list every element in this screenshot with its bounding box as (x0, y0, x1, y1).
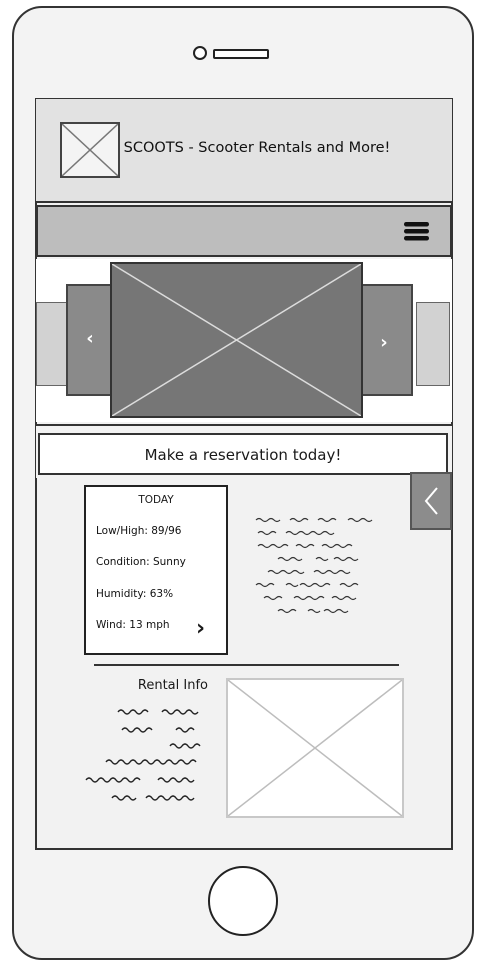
carousel-prev-button[interactable]: ‹ (78, 328, 102, 352)
section-divider (94, 664, 399, 666)
weather-next-button[interactable]: › (196, 616, 216, 644)
reservation-button[interactable]: Make a reservation today! (38, 433, 448, 475)
rental-info-image (226, 678, 404, 818)
carousel-slide-far-left (36, 302, 70, 386)
camera-icon (193, 46, 207, 60)
weather-humidity: Humidity: 63% (96, 588, 174, 600)
weather-wind: Wind: 13 mph (96, 619, 170, 631)
weather-condition: Condition: Sunny (96, 556, 186, 568)
carousel-next-button[interactable]: › (372, 332, 396, 356)
home-button[interactable] (208, 866, 278, 936)
side-drawer-tab[interactable] (410, 472, 452, 530)
hamburger-icon[interactable] (402, 219, 432, 243)
rental-info-heading: Rental Info (137, 678, 208, 693)
carousel-main-image (110, 262, 363, 418)
weather-low-high: Low/High: 89/96 (96, 525, 182, 537)
speaker-grille (213, 49, 269, 59)
nav-bar (36, 205, 452, 257)
page-title: SCOOTS - Scooter Rentals and More! (123, 140, 391, 156)
carousel-slide-far-right (416, 302, 450, 386)
placeholder-text-block (255, 517, 373, 614)
weather-title: TODAY (138, 494, 174, 506)
logo-placeholder-image (60, 122, 120, 178)
rental-info-text (85, 709, 201, 801)
